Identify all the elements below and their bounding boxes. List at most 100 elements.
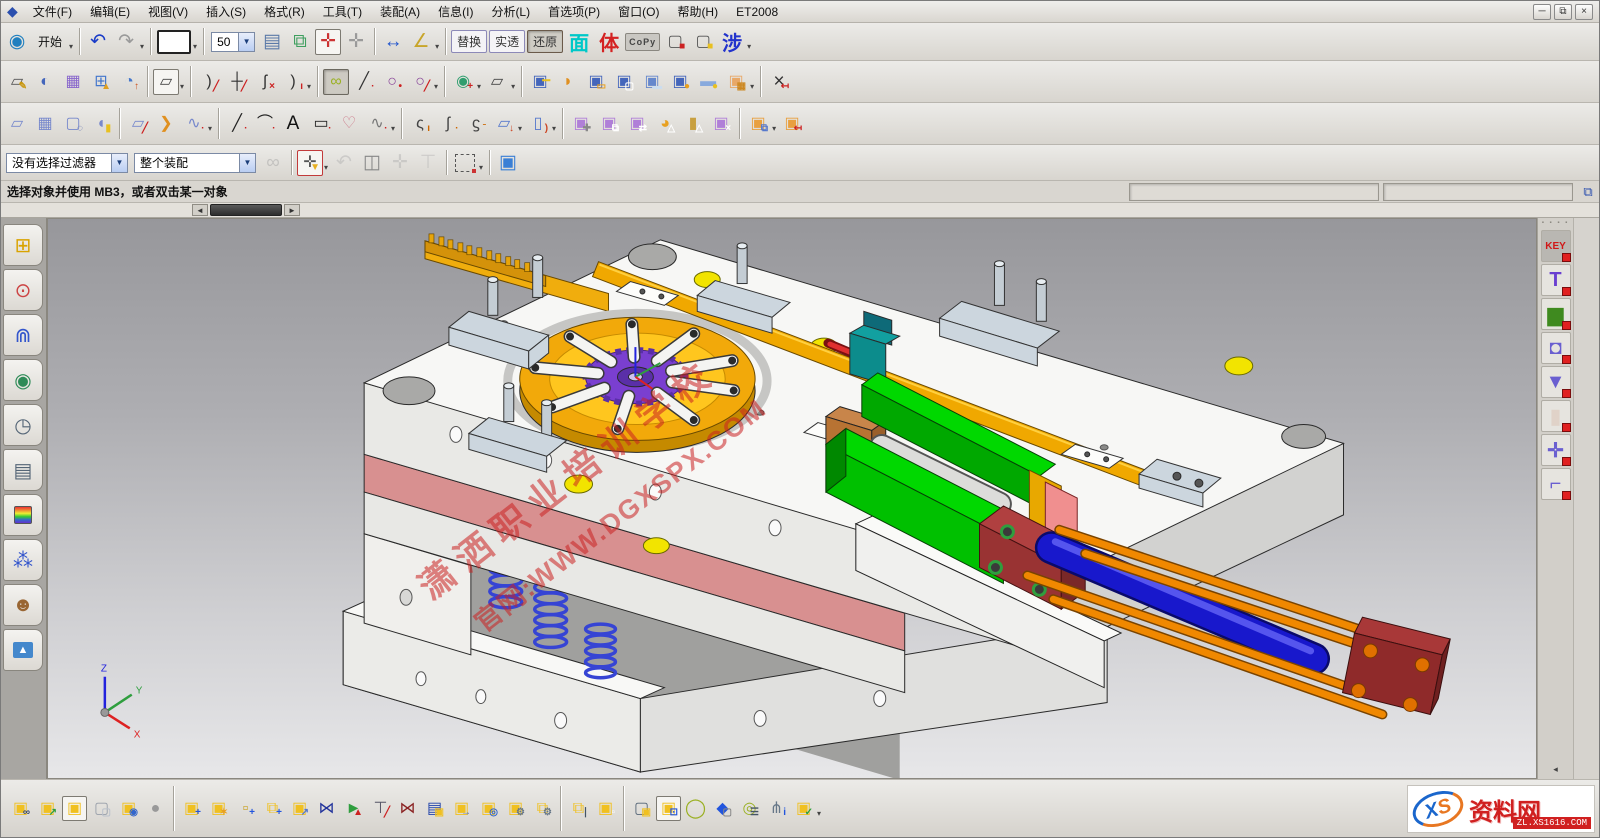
menu-item[interactable]: 窗口(O): [609, 3, 668, 21]
product-outline-icon[interactable]: ▣: [62, 796, 87, 821]
copy-face2-icon[interactable]: ▣⧉: [596, 111, 622, 137]
menu-item[interactable]: 信息(I): [429, 3, 482, 21]
curve-fillet-icon[interactable]: ʃ×: [252, 69, 278, 95]
face-button[interactable]: 面: [565, 26, 593, 57]
dropdown-caret[interactable]: ▾: [552, 124, 556, 133]
project-curve-icon[interactable]: ▱↓: [491, 111, 517, 137]
dropdown-caret[interactable]: ▾: [434, 82, 438, 91]
sheet-mesh-icon[interactable]: ▦: [60, 69, 86, 95]
menu-item[interactable]: 编辑(E): [81, 3, 139, 21]
swept-icon[interactable]: ◔↑: [116, 69, 142, 95]
menu-item[interactable]: 视图(V): [139, 3, 197, 21]
dropdown-caret[interactable]: ▾: [817, 809, 821, 818]
close-button[interactable]: ×: [1575, 4, 1593, 20]
palette-handle[interactable]: ▪ ▪ ▪ ▪: [1542, 220, 1570, 226]
mold-assembly[interactable]: [343, 234, 1343, 778]
move-face-icon[interactable]: ▣✚: [568, 111, 594, 137]
bounded-patch-icon[interactable]: ▢◌: [60, 111, 86, 137]
mirror-assembly-icon[interactable]: ⧉∣: [566, 796, 591, 821]
menu-item[interactable]: 装配(A): [371, 3, 429, 21]
part-bracket-icon[interactable]: ◘: [1541, 332, 1571, 364]
dropdown-caret[interactable]: ▾: [193, 42, 197, 51]
circle-radius-icon[interactable]: ○╱: [407, 69, 433, 95]
half-pipe-icon[interactable]: ◖▮: [88, 111, 114, 137]
offset-region-icon[interactable]: ◕△: [652, 111, 678, 137]
exploded-view-icon[interactable]: ▢▣: [629, 796, 654, 821]
chain-curve-icon[interactable]: ∞: [323, 69, 349, 95]
find-component-icon[interactable]: ▣∞: [8, 796, 33, 821]
visualization-icon[interactable]: [3, 494, 43, 536]
assembly-navigator-icon[interactable]: ⊞: [3, 224, 43, 266]
ghost-component-icon[interactable]: ▢▢: [89, 796, 114, 821]
menu-item[interactable]: 首选项(P): [539, 3, 609, 21]
nx-logo-icon[interactable]: ◉: [4, 29, 30, 55]
scene-settings-icon[interactable]: ⁂: [3, 539, 43, 581]
hole-feature-icon[interactable]: ▣●: [667, 69, 693, 95]
text-curve-icon[interactable]: A: [280, 111, 306, 137]
clearance-analysis-icon[interactable]: ◆▢: [710, 796, 735, 821]
history-icon[interactable]: ◷: [3, 404, 43, 446]
undo-icon[interactable]: ↶: [85, 29, 111, 55]
menu-item[interactable]: ET2008: [727, 3, 787, 21]
linked-selection-icon[interactable]: ∞: [260, 150, 286, 176]
bend-feature-icon[interactable]: ◗: [555, 69, 581, 95]
palette-key-icon[interactable]: KEY: [1541, 230, 1571, 262]
menu-item[interactable]: 分析(L): [482, 3, 539, 21]
bounded-plane-icon[interactable]: ▱: [484, 69, 510, 95]
part-shaft-icon[interactable]: ✛: [1541, 434, 1571, 466]
trim-curve-icon[interactable]: )╱: [196, 69, 222, 95]
resize-blend-icon[interactable]: ▮△: [680, 111, 706, 137]
shaded-view-icon[interactable]: ▣: [495, 150, 521, 176]
system-materials-icon[interactable]: ▤: [3, 449, 43, 491]
minimize-button[interactable]: ─: [1533, 4, 1551, 20]
datum-csys-icon[interactable]: ⊞▲: [88, 69, 114, 95]
body-button[interactable]: 体: [595, 26, 623, 57]
dropdown-caret[interactable]: ▾: [391, 124, 395, 133]
graphics-viewport[interactable]: 潇洒职业培训学校 官网:WWW.DGXSPX.COM Z Y X: [47, 218, 1537, 779]
spline-edit-icon[interactable]: ϛˉ: [463, 111, 489, 137]
part-sleeve-icon[interactable]: ▮: [1541, 400, 1571, 432]
link-report-icon[interactable]: ◎☰: [737, 796, 762, 821]
menu-item[interactable]: 文件(F): [24, 3, 81, 21]
datum-plane-icon[interactable]: ▱: [153, 69, 179, 95]
linked-red-body-icon[interactable]: ▢■: [662, 29, 688, 55]
paste-face-icon[interactable]: ▣⇄: [624, 111, 650, 137]
dropdown-caret[interactable]: ▾: [479, 163, 483, 172]
remember-constraints-icon[interactable]: ▤▣: [422, 796, 447, 821]
shell-feature-icon[interactable]: ▣▢: [611, 69, 637, 95]
part-elbow-icon[interactable]: ⌐: [1541, 468, 1571, 500]
selection-scope-select[interactable]: 整个装配▼: [134, 153, 256, 173]
menu-item[interactable]: 帮助(H): [668, 3, 727, 21]
pad-feature-icon[interactable]: ▬●: [695, 69, 721, 95]
delete-face-icon[interactable]: ▣×: [708, 111, 734, 137]
dropdown-caret[interactable]: ▾: [435, 42, 439, 51]
thicken-sheet-icon[interactable]: ❯: [153, 111, 179, 137]
move-component-icon[interactable]: ▣↗: [287, 796, 312, 821]
assembly-constraints-icon[interactable]: ⋈: [314, 796, 339, 821]
dropdown-caret[interactable]: ▾: [324, 163, 328, 172]
block-feature-icon[interactable]: ▣▔: [527, 69, 553, 95]
edit-component-icon[interactable]: ▣⚙: [503, 796, 528, 821]
wrap-curve-icon[interactable]: ▯): [525, 111, 551, 137]
scroll-thumb[interactable]: [210, 204, 282, 216]
layer-spinner[interactable]: 50▼: [211, 32, 255, 52]
boolean-unite-icon[interactable]: ◉+: [450, 69, 476, 95]
spline-pole-icon[interactable]: ʃ∙: [435, 111, 461, 137]
polyline-icon[interactable]: ∿∙: [364, 111, 390, 137]
rack-bar[interactable]: [425, 234, 609, 311]
dropdown-caret[interactable]: ▾: [307, 82, 311, 91]
reuse-library-icon[interactable]: ⋒: [3, 314, 43, 356]
display-style-swatch[interactable]: [157, 30, 191, 54]
snapshot-icon[interactable]: ▣◉: [116, 796, 141, 821]
dropdown-caret[interactable]: ▾: [140, 42, 144, 51]
curve-extend-icon[interactable]: )ı: [280, 69, 306, 95]
part-trilobe-icon[interactable]: ▼: [1541, 366, 1571, 398]
edit-in-window-icon[interactable]: ⧉⚙: [530, 796, 555, 821]
translucent-button[interactable]: 实透: [489, 30, 525, 53]
point-snap-disabled-icon[interactable]: ✛: [387, 150, 413, 176]
create-pattern-icon[interactable]: ▫+: [233, 796, 258, 821]
arrangement-icon[interactable]: ▣→: [449, 796, 474, 821]
trimmed-sheet-icon[interactable]: ▱╱: [125, 111, 151, 137]
dropdown-caret[interactable]: ▾: [477, 82, 481, 91]
part-navigator-icon[interactable]: ⊙: [3, 269, 43, 311]
